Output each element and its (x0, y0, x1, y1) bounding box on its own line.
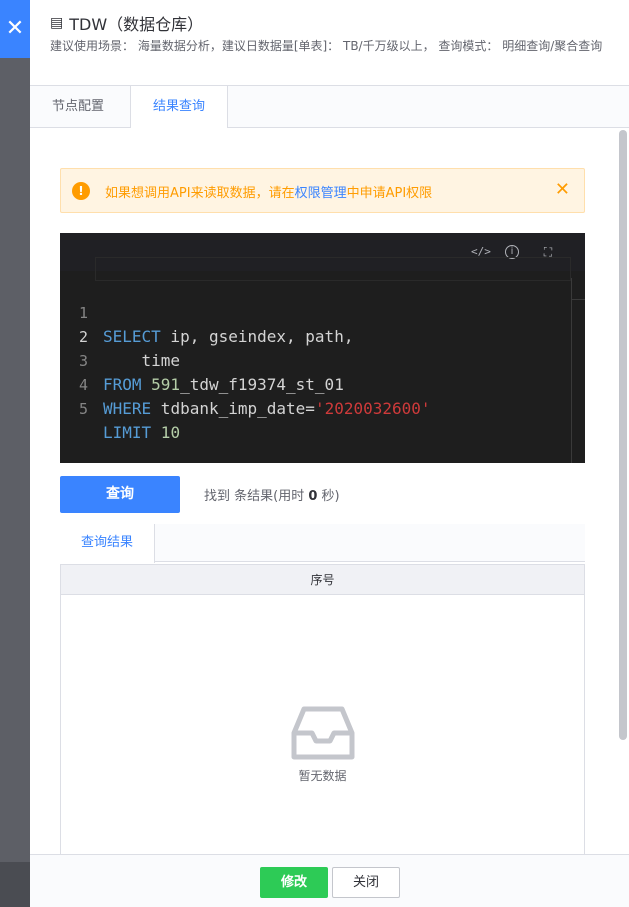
permission-management-link[interactable]: 权限管理 (295, 186, 347, 201)
background-mask: ✕ (0, 0, 30, 907)
query-button[interactable]: 查询 (60, 476, 180, 513)
line-number: 5 (78, 400, 88, 418)
side-panel: ▤ TDW（数据仓库） 建议使用场景： 海量数据分析，建议日数据量[单表]： T… (30, 0, 629, 907)
panel-footer: 修改 关闭 (30, 854, 629, 907)
code-line: 1 SELECT ip, gseindex, path, (60, 277, 585, 346)
code-line: 4 WHERE tdbank_imp_date='2020032600' (60, 349, 585, 418)
tab-content: ! 如果想调用API来读取数据，请在权限管理中申请API权限 ✕ </> i ⛶… (30, 128, 629, 854)
empty-text: 暂无数据 (298, 769, 347, 783)
database-icon: ▤ (50, 15, 64, 31)
modify-button[interactable]: 修改 (260, 867, 328, 898)
api-permission-alert: ! 如果想调用API来读取数据，请在权限管理中申请API权限 ✕ (60, 168, 585, 213)
alert-close-icon[interactable]: ✕ (555, 179, 570, 201)
tab-node-config[interactable]: 节点配置 (30, 86, 126, 128)
close-icon: ✕ (5, 16, 25, 41)
alert-text: 如果想调用API来读取数据，请在权限管理中申请API权限 (105, 186, 433, 201)
panel-tabs: 节点配置 结果查询 (30, 86, 629, 129)
code-area[interactable]: 1 SELECT ip, gseindex, path, 2 time 3 FR… (60, 277, 585, 442)
panel-header: ▤ TDW（数据仓库） 建议使用场景： 海量数据分析，建议日数据量[单表]： T… (30, 0, 629, 86)
result-tabs: 查询结果 (60, 524, 585, 563)
column-header-index[interactable]: 序号 (61, 565, 584, 595)
empty-box-icon (291, 706, 354, 760)
code-line: 2 time (60, 301, 585, 370)
close-panel-button[interactable]: ✕ (0, 0, 30, 58)
vertical-scrollbar[interactable] (619, 130, 627, 740)
code-line: 3 FROM 591_tdw_f19374_st_01 (60, 325, 585, 394)
panel-title: TDW（数据仓库） (69, 15, 204, 34)
results-table: 序号 暂无数据 (60, 564, 585, 854)
code-line: 5 LIMIT 10 (60, 373, 585, 442)
panel-description: 建议使用场景： 海量数据分析，建议日数据量[单表]： TB/千万级以上， 查询模… (50, 39, 603, 53)
close-button[interactable]: 关闭 (332, 867, 400, 898)
empty-state: 暂无数据 (61, 705, 584, 784)
tab-result-query[interactable]: 结果查询 (130, 86, 229, 129)
background-mask-lower (0, 862, 30, 907)
tab-query-results[interactable]: 查询结果 (60, 524, 156, 563)
warning-icon: ! (72, 182, 90, 200)
result-summary: 找到 条结果(用时 0 秒) (204, 489, 340, 504)
sql-editor[interactable]: </> i ⛶ 1 SELECT ip, gseindex, path, 2 t… (60, 233, 585, 463)
